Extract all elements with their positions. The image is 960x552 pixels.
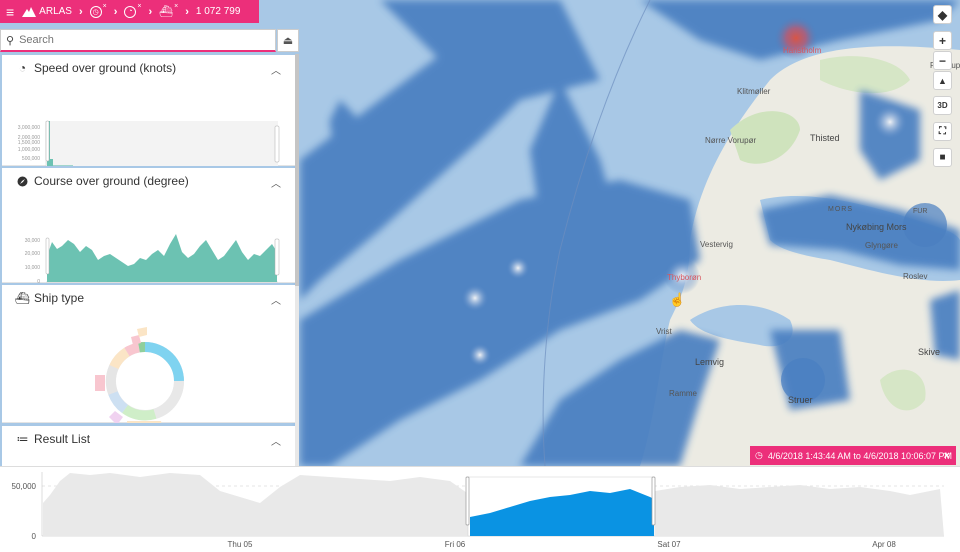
app-name[interactable]: ARLAS — [39, 6, 72, 17]
delete-button[interactable]: ■ — [933, 148, 952, 167]
map-label-klitmoller: Klitmøller — [737, 87, 771, 96]
collapse-caret-icon[interactable]: ︿ — [271, 292, 281, 307]
map-label-skive: Skive — [918, 347, 941, 357]
map-label-thyboron: Thyborøn — [667, 273, 702, 282]
compass-button[interactable]: ▲ — [933, 71, 952, 90]
y-tick-label: 50,000 — [12, 482, 37, 491]
result-count: 1 072 799 — [195, 6, 241, 17]
map-label-norre-vorupor: Nørre Vorupør — [705, 136, 757, 145]
delete-icon: ■ — [939, 152, 946, 163]
ship-type-donut[interactable] — [2, 311, 295, 429]
list-icon: ≔ — [16, 432, 29, 446]
clock-icon: ◷ — [755, 450, 763, 460]
collapse-caret-icon[interactable]: ︿ — [271, 62, 281, 77]
collapse-caret-icon[interactable]: ︿ — [271, 175, 281, 190]
chevron-right-icon: › — [78, 5, 83, 18]
ship-filter-chip-icon[interactable]: ⛴ — [159, 5, 173, 18]
map-label-lemvig: Lemvig — [695, 357, 725, 367]
filter-breadcrumb: ≡ ARLAS › ◷ × › ◔ × › ⛴ × › 1 072 799 — [0, 0, 259, 23]
y-tick-label: 0 — [32, 532, 37, 541]
menu-icon[interactable]: ≡ — [6, 5, 14, 19]
widget-header[interactable]: Course over ground (degree) ︿ — [2, 168, 295, 194]
search-icon: ⚲ — [6, 34, 15, 47]
timeline[interactable]: 50,000 0 Thu 05 Fri 06 Sat 07 Apr 08 — [0, 466, 960, 552]
time-filter-badge[interactable]: ◷ 4/6/2018 1:43:44 AM to 4/6/2018 10:06:… — [750, 446, 956, 465]
speedometer-icon: ◔ — [18, 61, 27, 75]
hand-cursor-icon: ☝ — [669, 292, 686, 307]
y-tick-label: 20,000 — [25, 251, 41, 257]
time-filter-label: 4/6/2018 1:43:44 AM to 4/6/2018 10:06:07… — [767, 450, 952, 461]
widget-header[interactable]: ≔ Result List ︿ — [2, 426, 295, 452]
widget-header[interactable]: ◔ Speed over ground (knots) ︿ — [2, 55, 295, 81]
zoom-out-button[interactable]: − — [933, 51, 952, 70]
speed-histogram[interactable]: 3,000,000 2,000,000 1,500,000 1,000,000 … — [2, 81, 295, 180]
remove-filter-icon[interactable]: × — [174, 3, 178, 10]
map-label-glyngore: Glyngøre — [865, 241, 898, 250]
x-tick-label: Apr 08 — [872, 540, 896, 549]
compass-icon: ▲ — [938, 75, 947, 86]
map-label-hanstholm: Hanstholm — [783, 46, 822, 55]
x-tick-label: Thu 05 — [228, 540, 253, 549]
speed-widget: ◔ Speed over ground (knots) ︿ 3,000,000 … — [2, 55, 295, 180]
map-label-struer: Struer — [788, 395, 813, 405]
y-tick-label: 1,500,000 — [18, 140, 40, 146]
map-label-roslev: Roslev — [903, 272, 928, 281]
ship-type-widget-title: Ship type — [34, 291, 85, 305]
map-label-vrist: Vrist — [656, 327, 672, 336]
result-list-widget-title: Result List — [34, 432, 91, 446]
chevron-right-icon: › — [148, 5, 153, 18]
zoom-in-button[interactable]: + — [933, 31, 952, 50]
remove-filter-icon[interactable]: × — [137, 3, 141, 10]
ship-icon: ⛴ — [14, 291, 31, 305]
course-widget-title: Course over ground (degree) — [34, 174, 189, 188]
arlas-logo-icon — [22, 6, 37, 17]
result-list-widget: ≔ Result List ︿ — [2, 426, 295, 466]
speed-filter-chip-icon[interactable]: ◔ — [124, 5, 137, 18]
draw-icon: ⛶ — [939, 126, 946, 137]
three-d-button[interactable]: 3D — [933, 96, 952, 115]
course-widget: Course over ground (degree) ︿ 30,000 20,… — [2, 168, 295, 293]
close-icon[interactable]: × — [944, 450, 950, 462]
map-label-ramme: Ramme — [669, 389, 698, 398]
map-label-nykobing-mors: Nykøbing Mors — [846, 222, 907, 232]
ship-type-widget: ⛴ Ship type ︿ — [2, 285, 295, 429]
search-options-button[interactable]: ⏏ — [277, 29, 299, 52]
search-bar[interactable]: ⚲ — [0, 29, 276, 52]
remove-filter-icon[interactable]: × — [103, 3, 107, 10]
left-panel-scrollbar[interactable] — [295, 54, 299, 466]
collapse-caret-icon[interactable]: ︿ — [271, 433, 281, 448]
time-filter-chip-icon[interactable]: ◷ — [89, 5, 102, 18]
y-tick-label: 10,000 — [25, 265, 41, 271]
chevron-right-icon: › — [185, 5, 189, 18]
map-label-fur: FUR — [913, 208, 928, 215]
y-tick-label: 0 — [37, 279, 40, 283]
map-label-vestervig: Vestervig — [700, 240, 733, 249]
y-tick-label: 500,000 — [22, 156, 40, 162]
timeline-chart[interactable]: 50,000 0 Thu 05 Fri 06 Sat 07 Apr 08 — [0, 467, 960, 552]
draw-button[interactable]: ⛶ — [933, 122, 952, 141]
collapse-icon: ⏏ — [282, 35, 294, 47]
layers-icon: ◆ — [937, 7, 948, 22]
layers-button[interactable]: ◆ — [933, 5, 952, 24]
widget-header[interactable]: ⛴ Ship type ︿ — [2, 285, 295, 311]
x-tick-label: Sat 07 — [657, 540, 681, 549]
y-tick-label: 1,000,000 — [18, 147, 40, 153]
map-label-thisted: Thisted — [810, 133, 840, 143]
course-histogram[interactable]: 30,000 20,000 10,000 0 0 100 200 300 — [2, 194, 295, 293]
chevron-right-icon: › — [113, 5, 118, 18]
speed-widget-title: Speed over ground (knots) — [34, 61, 177, 75]
compass-icon — [16, 175, 29, 188]
y-tick-label: 3,000,000 — [18, 125, 40, 131]
map-label-mors: MORS — [828, 206, 853, 213]
search-input[interactable] — [19, 34, 260, 46]
y-tick-label: 30,000 — [25, 238, 41, 244]
scrollbar-thumb[interactable] — [295, 54, 299, 286]
x-tick-label: Fri 06 — [445, 540, 466, 549]
